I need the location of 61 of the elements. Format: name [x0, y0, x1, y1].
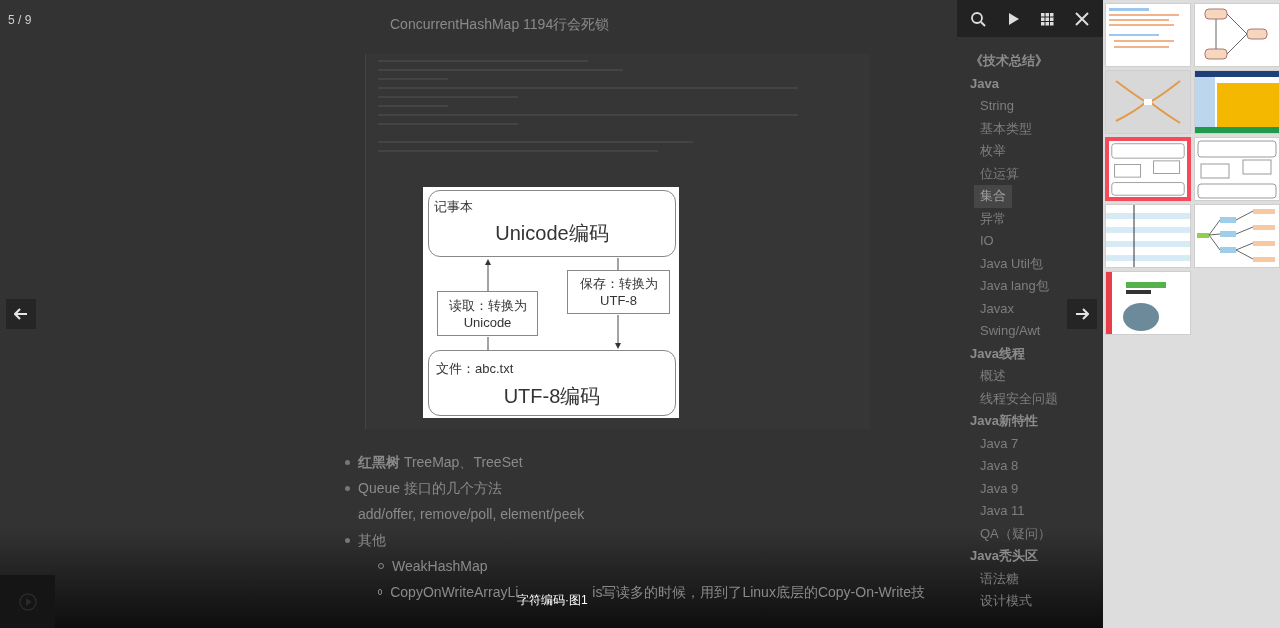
left-arrow-icon	[14, 308, 28, 320]
down-arrow	[615, 314, 621, 349]
catalog-item[interactable]: Java 11	[974, 500, 1031, 523]
right-arrow-icon	[1075, 308, 1089, 320]
catalog-heading[interactable]: Java新特性	[970, 410, 1038, 433]
catalog-item[interactable]: 线程安全问题	[974, 387, 1064, 410]
catalog-item[interactable]: Java 9	[974, 477, 1025, 500]
catalog-item[interactable]: Java 8	[974, 455, 1025, 478]
connector-line	[617, 257, 619, 271]
save-step-box: 保存：转换为 UTF-8	[567, 270, 670, 314]
catalog-item[interactable]: 基本类型	[974, 117, 1038, 140]
catalog-item[interactable]: 集合	[974, 185, 1012, 208]
read-step-box: 读取：转换为 Unicode	[437, 291, 538, 336]
list-item-text: Queue 接口的几个方法	[358, 478, 502, 498]
article-heading: ConcurrentHashMap 1194行会死锁	[390, 15, 611, 34]
list-item-text: 其他	[358, 530, 386, 550]
box-title: UTF-8编码	[502, 384, 602, 409]
catalog-item[interactable]: Java Util包	[974, 252, 1049, 275]
box-label: 记事本	[434, 198, 473, 216]
image-counter: 5 / 9	[8, 12, 32, 29]
thumbnail[interactable]	[1193, 204, 1280, 268]
list-item-text: is写读多的时候，用到了Linux底层的Copy-On-Write技	[592, 582, 925, 602]
catalog-item[interactable]: 枚举	[974, 140, 1012, 163]
catalog-item[interactable]: 概述	[974, 365, 1012, 388]
previous-button[interactable]	[6, 299, 36, 329]
catalog-item[interactable]: Java 7	[974, 432, 1025, 455]
list-item-text: 红黑树 TreeMap、TreeSet	[358, 452, 523, 472]
thumbnail[interactable]	[1105, 137, 1191, 201]
thumbnail[interactable]	[1193, 3, 1280, 67]
box-label: 文件：abc.txt	[436, 360, 514, 378]
thumbnail[interactable]	[1105, 70, 1191, 134]
catalog-item[interactable]: Java lang包	[974, 275, 1055, 298]
catalog-item[interactable]: 语法糖	[974, 567, 1025, 590]
thumbnail[interactable]	[1193, 70, 1280, 134]
thumbnail[interactable]	[1105, 271, 1191, 335]
catalog-item[interactable]: 异常	[974, 207, 1012, 230]
list-item-text: WeakHashMap	[392, 556, 488, 576]
list-item-text: CopyOnWriteArrayLi	[390, 582, 519, 600]
catalog-heading[interactable]: 《技术总结》	[970, 50, 1048, 73]
catalog-item[interactable]: Swing/Awt	[974, 320, 1047, 343]
catalog-heading[interactable]: Java秃头区	[970, 545, 1038, 568]
catalog-heading[interactable]: Java线程	[970, 342, 1025, 365]
search-icon	[970, 10, 987, 27]
thumbnail[interactable]	[1193, 137, 1280, 201]
thumbnail[interactable]	[1105, 204, 1191, 268]
connector-line	[487, 336, 489, 351]
grid-icon	[1039, 10, 1056, 27]
catalog-item[interactable]: 位运算	[974, 162, 1025, 185]
catalog-item[interactable]: 设计模式	[974, 590, 1038, 613]
catalog-item[interactable]: String	[974, 95, 1020, 118]
up-arrow	[485, 259, 491, 292]
next-button[interactable]	[1067, 299, 1097, 329]
thumbnail[interactable]	[1105, 3, 1191, 67]
catalog-item[interactable]: IO	[974, 230, 1000, 253]
box-title: Unicode编码	[494, 221, 610, 246]
catalog-item[interactable]: QA（疑问）	[974, 522, 1057, 545]
image-caption: 字符编码·图1	[517, 593, 588, 609]
catalog-heading[interactable]: Java	[970, 72, 999, 95]
list-item-note: add/offer, remove/poll, element/peek	[358, 505, 585, 524]
catalog-item[interactable]: Javax	[974, 297, 1020, 320]
close-icon	[1073, 10, 1090, 27]
